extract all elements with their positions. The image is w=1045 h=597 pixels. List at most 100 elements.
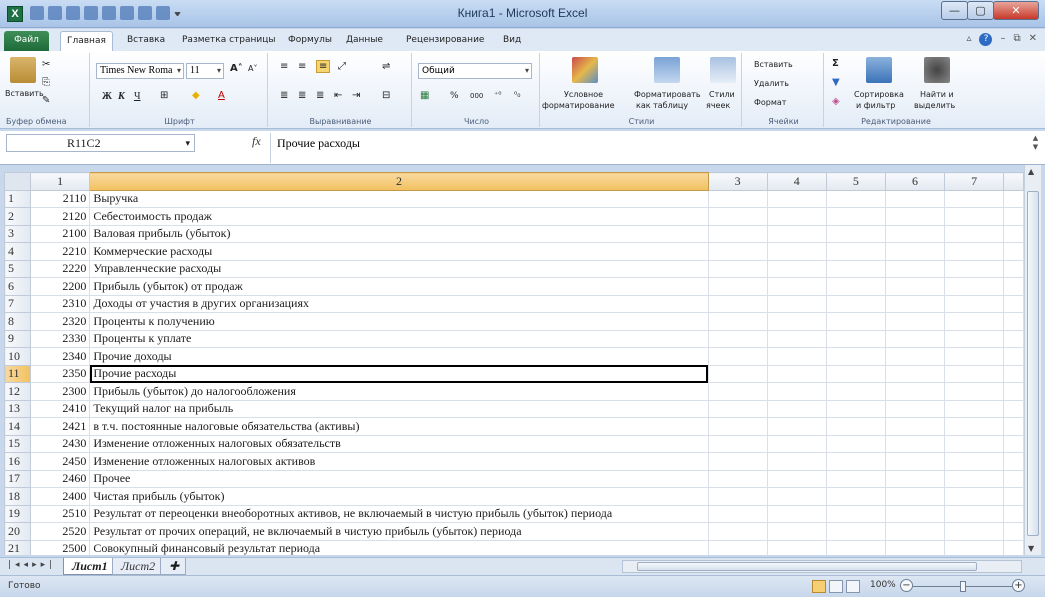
cell-text[interactable]: Доходы от участия в других организациях — [89, 294, 709, 313]
conditional-format-icon[interactable] — [572, 57, 598, 83]
cell[interactable] — [707, 434, 768, 453]
column-header[interactable]: 5 — [825, 172, 886, 191]
cell[interactable] — [825, 224, 886, 243]
cell[interactable] — [884, 277, 946, 296]
cell[interactable] — [884, 189, 946, 208]
wrap-text-icon[interactable]: ⇌ — [382, 61, 390, 72]
align-top-icon[interactable]: ≡ — [280, 61, 288, 72]
cell[interactable] — [944, 242, 1005, 261]
cell[interactable] — [884, 224, 946, 243]
cell[interactable] — [1003, 224, 1024, 243]
cell[interactable] — [944, 382, 1005, 401]
column-header[interactable]: 1 — [29, 172, 91, 191]
cell[interactable] — [1003, 417, 1024, 436]
cell-text[interactable]: Прибыль (убыток) до налогообложения — [89, 382, 709, 401]
decrease-decimal-icon[interactable]: ⁰₀ — [514, 90, 520, 99]
cell[interactable] — [825, 504, 886, 523]
cell[interactable] — [1003, 364, 1024, 383]
cell[interactable] — [707, 259, 768, 278]
cell[interactable] — [884, 469, 946, 488]
decrease-indent-icon[interactable]: ⇤ — [334, 90, 342, 101]
cell-code[interactable]: 2460 — [29, 469, 91, 488]
help-icon[interactable]: ? — [979, 33, 993, 46]
cell-text[interactable]: Проценты к уплате — [89, 329, 709, 348]
cell[interactable] — [944, 347, 1005, 366]
cell[interactable] — [825, 259, 886, 278]
underline-button[interactable]: Ч — [134, 91, 141, 102]
clear-icon[interactable]: ◈ — [832, 96, 840, 107]
cell-code[interactable]: 2320 — [29, 312, 91, 331]
cell[interactable] — [766, 417, 827, 436]
cell-code[interactable]: 2350 — [29, 364, 91, 383]
sort-filter-label-1[interactable]: Сортировка — [854, 90, 904, 100]
cell-code[interactable]: 2421 — [29, 417, 91, 436]
cell[interactable] — [766, 329, 827, 348]
cell[interactable] — [766, 294, 827, 313]
cell[interactable] — [944, 417, 1005, 436]
ribbon-collapse-icon[interactable]: ▵ — [966, 33, 971, 46]
cell[interactable] — [884, 539, 946, 555]
page-break-view-icon[interactable] — [846, 580, 860, 593]
delete-cells-button[interactable]: Удалить — [754, 79, 789, 89]
tab-insert[interactable]: Вставка — [121, 31, 171, 51]
orientation-icon[interactable]: ⤢ — [338, 61, 346, 72]
cell[interactable] — [825, 242, 886, 261]
cell[interactable] — [944, 259, 1005, 278]
scroll-up-icon[interactable]: ▲ — [1028, 167, 1034, 176]
cell-code[interactable]: 2200 — [29, 277, 91, 296]
cell[interactable] — [825, 277, 886, 296]
cell[interactable] — [825, 294, 886, 313]
cell-text[interactable]: Результат от прочих операций, не включае… — [89, 522, 709, 541]
sheet-tab-active[interactable]: Лист1 — [63, 558, 117, 575]
cell[interactable] — [707, 539, 768, 555]
currency-icon[interactable]: ▦ — [420, 90, 429, 101]
cell[interactable] — [766, 434, 827, 453]
cell[interactable] — [707, 189, 768, 208]
cell-text[interactable]: Совокупный финансовый результат периода — [89, 539, 709, 555]
cell[interactable] — [825, 382, 886, 401]
cell-text[interactable]: Прочие доходы — [89, 347, 709, 366]
cell[interactable] — [884, 242, 946, 261]
percent-button[interactable]: % — [450, 91, 459, 101]
tab-formulas[interactable]: Формулы — [282, 31, 338, 51]
cell[interactable] — [944, 224, 1005, 243]
italic-button[interactable]: К — [118, 91, 125, 102]
cell[interactable] — [944, 522, 1005, 541]
row-header[interactable]: 13 — [4, 399, 31, 418]
vertical-scrollbar[interactable]: ▲ ▼ — [1024, 165, 1041, 555]
cell[interactable] — [707, 329, 768, 348]
doc-minimize-icon[interactable]: – — [1000, 33, 1005, 46]
fill-color-icon[interactable]: ◆ — [192, 90, 200, 101]
font-size-select[interactable]: 11 — [186, 63, 224, 79]
tab-file[interactable]: Файл — [4, 31, 49, 51]
cell-styles-label-2[interactable]: ячеек — [706, 101, 730, 111]
cell[interactable] — [825, 522, 886, 541]
cell-code[interactable]: 2210 — [29, 242, 91, 261]
row-header[interactable]: 16 — [4, 452, 31, 471]
grow-font-icon[interactable]: A˄ — [230, 63, 243, 74]
cell[interactable] — [944, 294, 1005, 313]
align-center-icon[interactable]: ≣ — [298, 90, 306, 101]
cell[interactable] — [884, 294, 946, 313]
fill-icon[interactable]: ▼ — [832, 77, 840, 88]
zoom-level[interactable]: 100% — [870, 580, 896, 590]
cell[interactable] — [884, 434, 946, 453]
column-header-selected[interactable]: 2 — [89, 172, 709, 191]
cell[interactable] — [944, 277, 1005, 296]
column-header[interactable] — [1003, 172, 1024, 191]
cell[interactable] — [1003, 469, 1024, 488]
cell-code[interactable]: 2410 — [29, 399, 91, 418]
cell[interactable] — [825, 487, 886, 506]
shrink-font-icon[interactable]: A˅ — [248, 64, 257, 73]
column-header[interactable]: 6 — [884, 172, 946, 191]
cell[interactable] — [707, 312, 768, 331]
cell[interactable] — [825, 539, 886, 555]
align-middle-icon[interactable]: ≡ — [298, 61, 306, 72]
cell-code[interactable]: 2520 — [29, 522, 91, 541]
font-name-select[interactable]: Times New Roma — [96, 63, 184, 79]
cell[interactable] — [766, 277, 827, 296]
cell[interactable] — [884, 312, 946, 331]
cell[interactable] — [1003, 399, 1024, 418]
cell[interactable] — [707, 364, 768, 383]
find-select-label-1[interactable]: Найти и — [920, 90, 954, 100]
